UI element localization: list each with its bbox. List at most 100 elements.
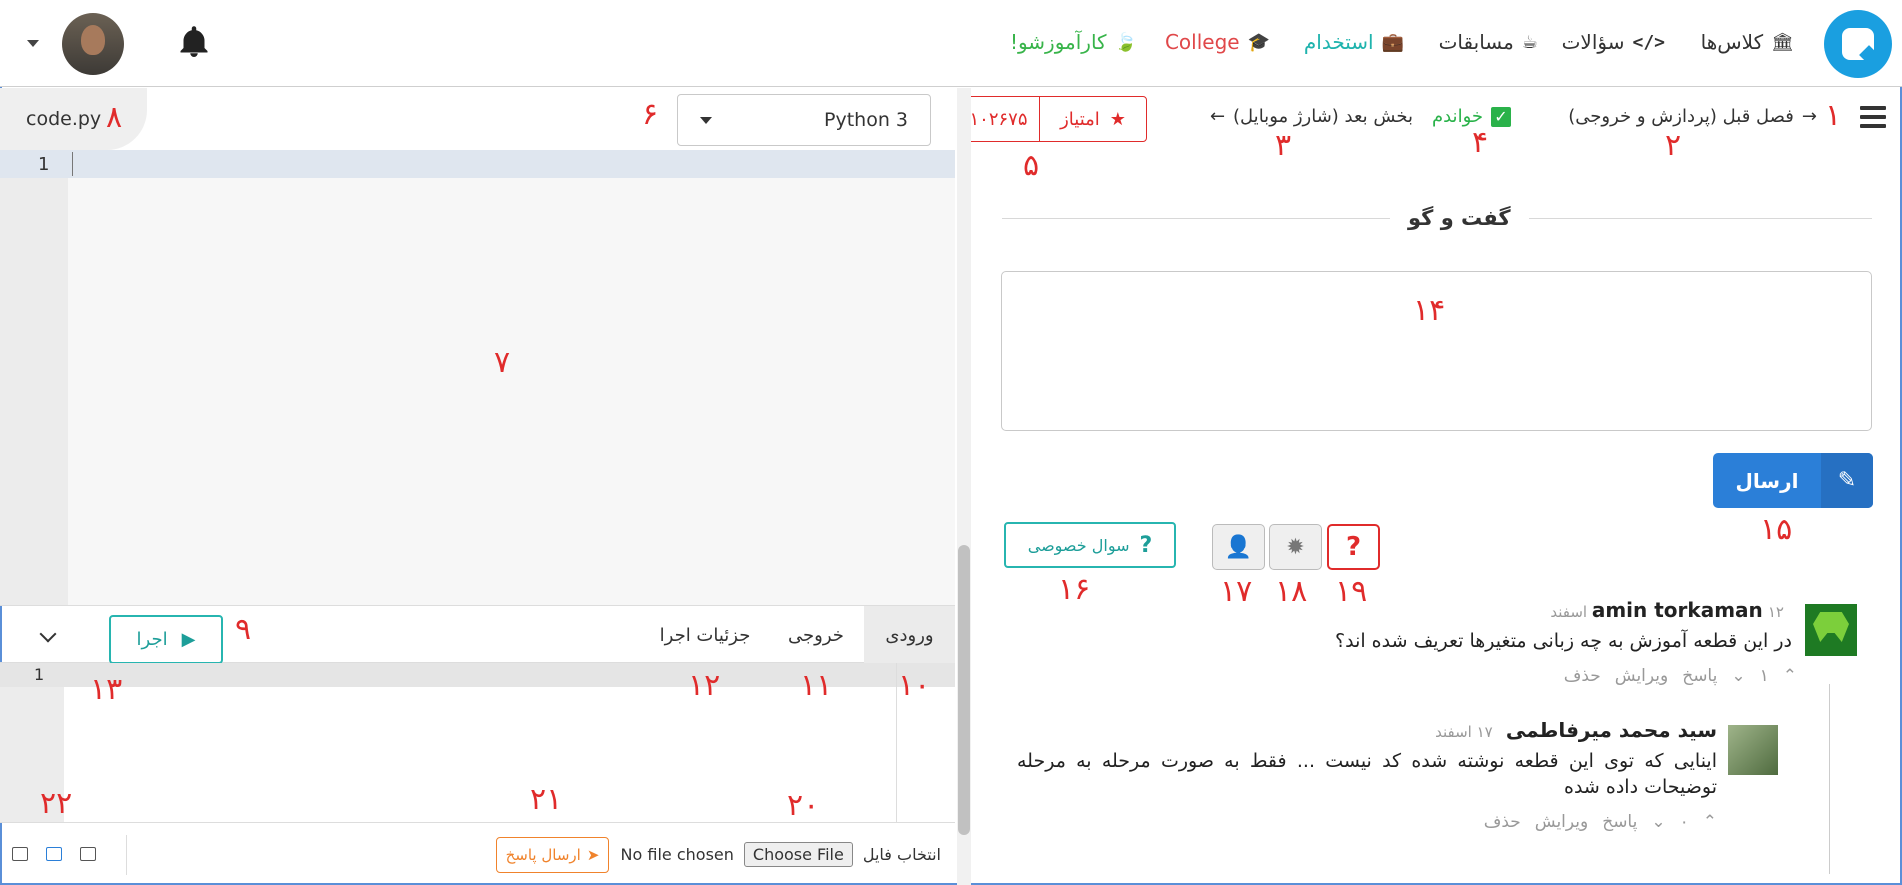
run-button[interactable]: ▶ اجرا: [109, 615, 223, 664]
user-menu-caret-icon[interactable]: [27, 40, 39, 47]
annotation-10: ۱۰: [898, 668, 931, 703]
discussion-title: گفت و گو: [1390, 206, 1529, 230]
comment-body: در این قطعه آموزش به چه زبانی متغیرها تع…: [1335, 630, 1792, 652]
scrollbar-thumb[interactable]: [958, 545, 970, 835]
submit-answer-button[interactable]: ➤ ارسال پاسخ: [496, 837, 609, 873]
comment-actions: ⌃ ۱ ⌄ پاسخ ویرایش حذف: [1564, 666, 1797, 686]
downvote-icon[interactable]: ⌄: [1651, 812, 1665, 832]
filter-user-button[interactable]: 👤: [1212, 524, 1265, 570]
tab-output[interactable]: خروجی: [768, 606, 864, 664]
comment-item: سید محمد میرفاطمی ۱۷ اسفند اینایی که توی…: [1017, 718, 1717, 800]
private-question-button[interactable]: ? سوال خصوصی: [1004, 522, 1176, 568]
upvote-icon[interactable]: ⌃: [1783, 666, 1797, 686]
edit-link[interactable]: ویرایش: [1615, 666, 1668, 686]
annotation-16: ۱۶: [1058, 572, 1091, 607]
badge-icon: ✹: [1286, 534, 1305, 560]
layout-switcher: [12, 847, 96, 861]
comment-author[interactable]: سید محمد میرفاطمی: [1506, 718, 1717, 742]
annotation-5: ۵: [1023, 148, 1040, 183]
thread-line: [1829, 684, 1830, 874]
vote-count: ۱: [1759, 666, 1769, 686]
question-mark-icon: ?: [1139, 532, 1153, 558]
annotation-15: ۱۵: [1760, 512, 1793, 547]
filter-question-button[interactable]: ?: [1327, 524, 1380, 570]
notification-bell-icon[interactable]: [176, 24, 212, 60]
filter-badge-button[interactable]: ✹: [1269, 524, 1322, 570]
briefcase-icon: 💼: [1381, 31, 1404, 53]
annotation-9: ۹: [235, 612, 252, 647]
comment-actions: ⌃ ۰ ⌄ پاسخ ویرایش حذف: [1484, 812, 1717, 832]
next-section-link[interactable]: بخش بعد (شارژ موبایل) ←: [1210, 106, 1413, 127]
active-line: [0, 150, 955, 178]
window-layout-icon[interactable]: [80, 847, 96, 861]
dropdown-caret-icon: [700, 116, 712, 124]
delete-link[interactable]: حذف: [1564, 666, 1601, 686]
nav-hiring[interactable]: 💼 استخدام: [1304, 30, 1404, 54]
user-avatar[interactable]: [62, 13, 124, 75]
annotation-19: ۱۹: [1335, 574, 1368, 609]
leaf-icon: 🍃: [1114, 31, 1137, 53]
delete-link[interactable]: حذف: [1484, 812, 1521, 832]
annotation-3: ۳: [1275, 128, 1292, 163]
annotation-21: ۲۱: [530, 782, 563, 817]
annotation-12: ۱۲: [688, 668, 721, 703]
arrow-left-icon: ←: [1209, 106, 1226, 127]
nav-college[interactable]: 🎓 College: [1165, 30, 1270, 54]
downvote-icon[interactable]: ⌄: [1731, 666, 1745, 686]
annotation-7: ۷: [494, 345, 511, 380]
code-layout-icon[interactable]: [12, 847, 28, 861]
score-badge: ★ امتیاز ۱۰۲۶۷۵: [957, 96, 1147, 142]
play-icon: ▶: [181, 629, 196, 650]
menu-hamburger-icon[interactable]: [1860, 106, 1886, 128]
comment-date: ۱۷ اسفند: [1435, 723, 1493, 741]
code-editor[interactable]: 1: [0, 150, 955, 605]
commenter-avatar: [1805, 604, 1857, 656]
comment-body: اینایی که توی این قطعه نوشته شده کد نیست…: [1017, 750, 1717, 798]
annotation-18: ۱۸: [1275, 574, 1308, 609]
annotation-22: ۲۲: [40, 786, 73, 821]
nav-questions[interactable]: </> سؤالات: [1562, 30, 1665, 54]
star-icon: ★: [1109, 108, 1126, 130]
user-icon: 👤: [1224, 534, 1253, 560]
upvote-icon[interactable]: ⌃: [1703, 812, 1717, 832]
nav-contests[interactable]: ☕ مسابقات: [1439, 30, 1538, 54]
nav-internship[interactable]: 🍃 کارآموزشو!: [1010, 30, 1137, 54]
prev-chapter-link[interactable]: → فصل قبل (پردازش و خروجی): [1568, 106, 1817, 127]
edit-link[interactable]: ویرایش: [1535, 812, 1588, 832]
annotation-2: ۲: [1665, 128, 1682, 163]
file-tab[interactable]: code.py: [0, 88, 147, 150]
mark-read-toggle[interactable]: ✓ خواندم: [1432, 106, 1511, 127]
no-file-text: No file chosen: [620, 845, 734, 864]
paper-plane-icon: ➤: [586, 846, 600, 864]
send-comment-button[interactable]: ✎ ارسال: [1713, 453, 1873, 508]
collapse-chevron-icon[interactable]: [39, 625, 57, 643]
bottom-separator: [126, 835, 127, 875]
input-divider: [896, 663, 897, 823]
annotation-1: ۱: [1825, 98, 1842, 133]
code-pane: code.py Python 3 1 ورودی خروجی جزئیات اج…: [0, 88, 955, 885]
choose-file-button[interactable]: Choose File: [743, 842, 853, 867]
comment-author[interactable]: amin torkaman: [1592, 598, 1763, 622]
nav-classes[interactable]: 🏛 کلاس‌ها: [1701, 30, 1794, 54]
arrow-right-icon: →: [1801, 106, 1817, 127]
quera-logo[interactable]: [1824, 10, 1892, 78]
tab-input[interactable]: ورودی: [864, 606, 955, 664]
editor-gutter: [0, 150, 68, 605]
split-layout-icon[interactable]: [46, 847, 62, 861]
lesson-toolbar: → فصل قبل (پردازش و خروجی) ✓ خواندم بخش …: [957, 88, 1902, 146]
language-select[interactable]: Python 3: [677, 94, 931, 146]
annotation-8: ۸: [106, 100, 123, 135]
tab-run-details[interactable]: جزئیات اجرا: [642, 606, 768, 664]
checkbox-checked-icon: ✓: [1491, 106, 1511, 127]
code-icon: </>: [1632, 31, 1665, 53]
annotation-20: ۲۰: [787, 788, 820, 823]
reply-link[interactable]: پاسخ: [1682, 666, 1717, 686]
annotation-4: ۴: [1472, 125, 1489, 160]
commenter-avatar: [1728, 725, 1778, 775]
question-icon: ?: [1345, 532, 1362, 562]
lesson-pane: → فصل قبل (پردازش و خروجی) ✓ خواندم بخش …: [957, 88, 1902, 885]
reply-link[interactable]: پاسخ: [1602, 812, 1637, 832]
bank-icon: 🏛: [1771, 31, 1794, 53]
annotation-11: ۱۱: [800, 668, 833, 703]
edit-icon: ✎: [1821, 453, 1873, 508]
